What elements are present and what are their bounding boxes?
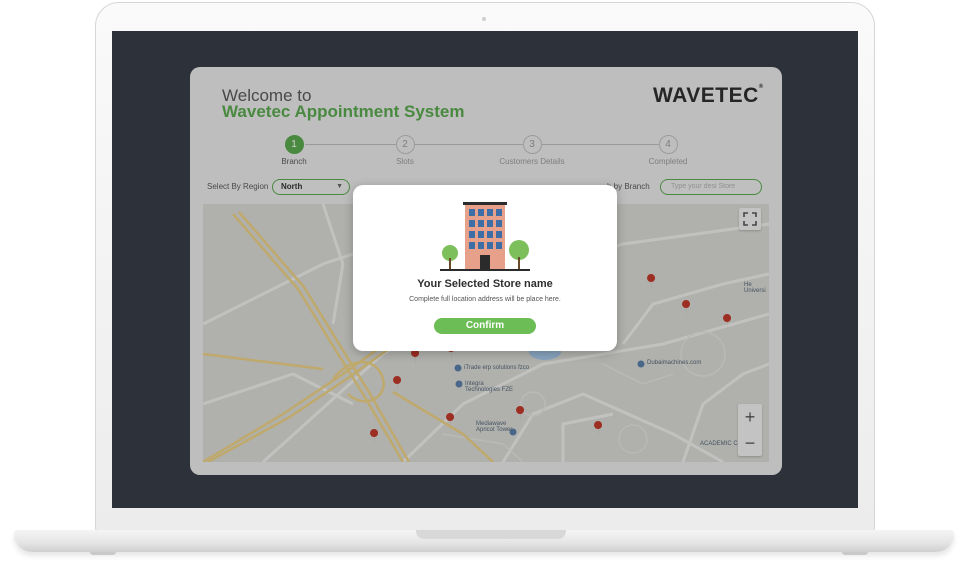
laptop-base bbox=[14, 530, 954, 552]
modal-address: Complete full location address will be p… bbox=[409, 296, 561, 303]
store-confirm-modal: Your Selected Store name Complete full l… bbox=[353, 185, 617, 351]
laptop-foot-right bbox=[842, 552, 868, 555]
app-window: Welcome to Wavetec Appointment System WA… bbox=[190, 67, 782, 475]
camera-dot bbox=[482, 17, 486, 21]
laptop-notch bbox=[416, 530, 566, 539]
laptop-screen: Welcome to Wavetec Appointment System WA… bbox=[112, 31, 858, 508]
building-icon bbox=[440, 202, 530, 271]
laptop-foot-left bbox=[90, 552, 116, 555]
confirm-button[interactable]: Confirm bbox=[434, 318, 536, 334]
modal-title: Your Selected Store name bbox=[417, 278, 553, 290]
